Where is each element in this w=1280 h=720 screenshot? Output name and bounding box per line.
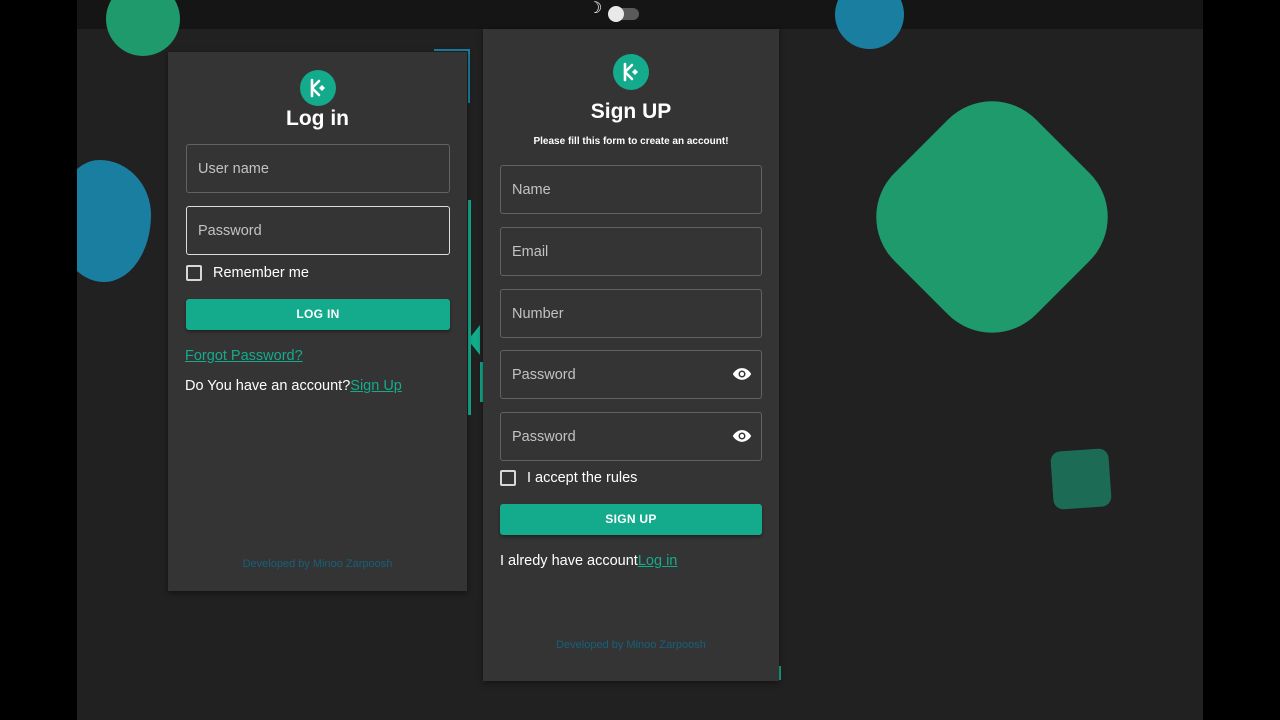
accent-line [468,49,470,103]
username-input[interactable] [187,145,449,192]
forgot-password-row: Forgot Password? [185,348,303,364]
signup-password-field[interactable] [500,350,762,399]
name-field[interactable] [500,165,762,214]
account-prompt-text: Do You have an account? [185,378,351,394]
theme-toggle[interactable] [608,6,639,22]
accent-triangle [468,325,480,355]
remember-me-checkbox[interactable] [186,265,202,281]
login-prompt-row: I alredy have accountLog in [500,553,677,569]
moon-icon: ☽ [588,0,603,17]
password-field[interactable] [186,206,450,255]
decorative-green-rounded-square [850,75,1134,359]
signup-card: Sign UP Please fill this form to create … [483,29,779,681]
toggle-knob [608,6,624,22]
decorative-blue-blob [77,160,151,282]
password-input[interactable] [187,207,449,254]
confirm-password-field[interactable] [500,412,762,461]
accept-rules-checkbox[interactable] [500,470,516,486]
kucoin-logo-icon [300,70,336,106]
email-field[interactable] [500,227,762,276]
signup-subtitle: Please fill this form to create an accou… [533,136,729,147]
number-input[interactable] [501,290,761,337]
signup-button[interactable]: SIGN UP [500,504,762,535]
login-title: Log in [286,107,349,130]
decorative-green-circle [106,0,180,56]
signup-title: Sign UP [590,100,672,123]
show-password-icon[interactable] [732,428,752,444]
accent-line [434,49,470,51]
accent-line [468,200,471,415]
accept-rules-label: I accept the rules [527,470,638,486]
number-field[interactable] [500,289,762,338]
accent-line [779,666,781,680]
login-link[interactable]: Log in [638,553,678,569]
signup-password-input[interactable] [501,351,761,398]
top-bar [77,0,1203,29]
show-password-icon[interactable] [732,366,752,382]
signup-link[interactable]: Sign Up [350,378,402,394]
name-input[interactable] [501,166,761,213]
decorative-blue-circle [835,0,904,49]
login-button[interactable]: LOG IN [186,299,450,330]
have-account-text: I alredy have account [500,553,638,569]
signup-prompt-row: Do You have an account?Sign Up [185,378,402,394]
developer-credit: Developed by Minoo Zarpoosh [242,558,393,570]
email-input[interactable] [501,228,761,275]
username-field[interactable] [186,144,450,193]
decorative-dark-green-square [1050,448,1112,510]
login-card: Log in Remember me LOG IN Forgot Passwor… [168,52,467,591]
developer-credit: Developed by Minoo Zarpoosh [556,639,706,651]
kucoin-logo-icon [613,54,649,90]
remember-me-row[interactable]: Remember me [186,265,309,281]
remember-me-label: Remember me [213,265,309,281]
confirm-password-input[interactable] [501,413,761,460]
accept-rules-row[interactable]: I accept the rules [500,470,637,486]
forgot-password-link[interactable]: Forgot Password? [185,348,303,364]
